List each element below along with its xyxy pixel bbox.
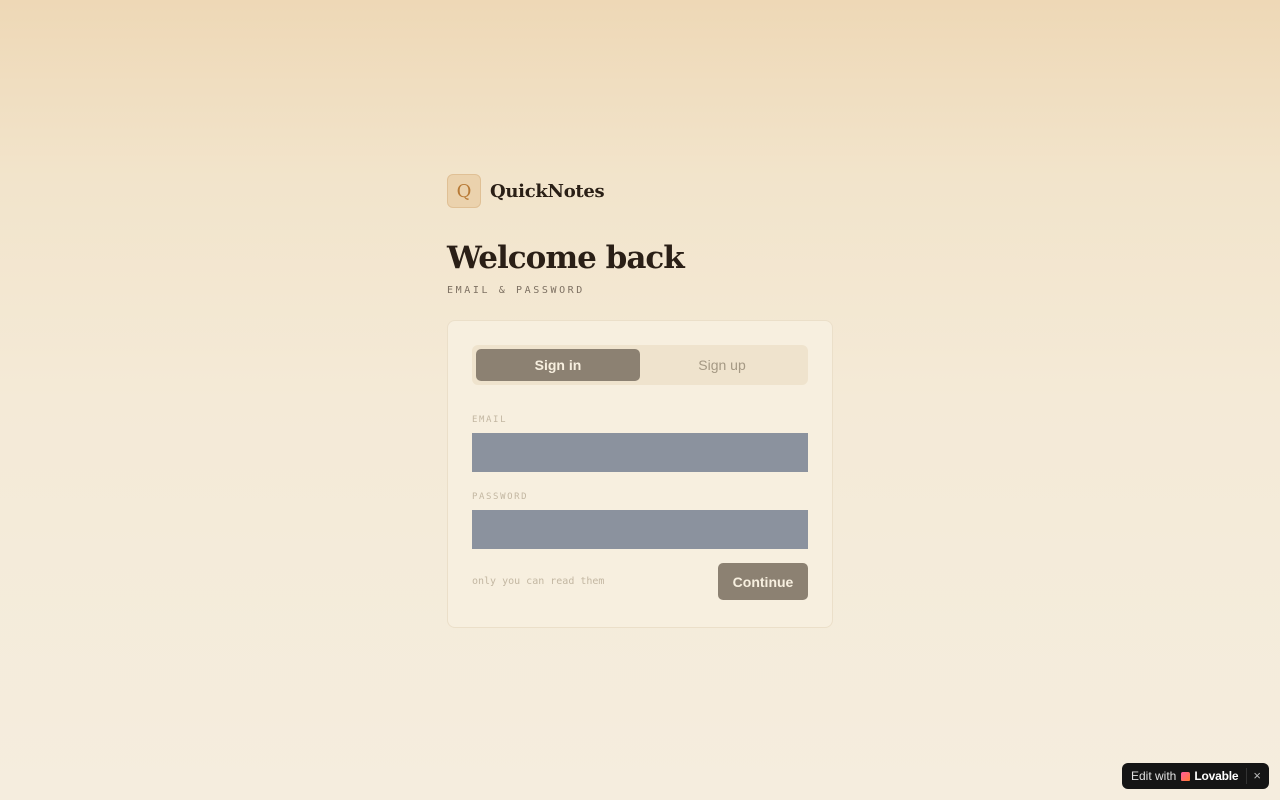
badge-prefix: Edit with [1131, 769, 1177, 783]
tab-sign-up[interactable]: Sign up [640, 349, 804, 381]
brand-logo-icon: Q [447, 174, 481, 208]
auth-tabs: Sign in Sign up [472, 345, 808, 385]
badge-brand: Lovable [1194, 769, 1239, 783]
close-icon[interactable]: × [1246, 768, 1261, 784]
auth-card: Sign in Sign up EMAIL PASSWORD only you … [447, 320, 833, 628]
password-field[interactable] [472, 510, 808, 549]
email-label: EMAIL [472, 415, 508, 425]
page-title: Welcome back [447, 240, 685, 276]
continue-button[interactable]: Continue [718, 563, 808, 600]
brand: Q QuickNotes [447, 174, 833, 208]
lovable-logo-icon [1181, 771, 1191, 781]
page-subtitle: EMAIL & PASSWORD [447, 285, 585, 296]
tab-sign-in[interactable]: Sign in [476, 349, 640, 381]
privacy-hint: only you can read them [472, 576, 605, 587]
edit-with-lovable-badge[interactable]: Edit with Lovable × [1122, 763, 1269, 789]
email-field[interactable] [472, 433, 808, 472]
password-label: PASSWORD [472, 492, 529, 502]
form-footer: only you can read them Continue [472, 563, 808, 600]
brand-name: QuickNotes [490, 180, 605, 202]
auth-container: Q QuickNotes Welcome back EMAIL & PASSWO… [447, 174, 833, 628]
